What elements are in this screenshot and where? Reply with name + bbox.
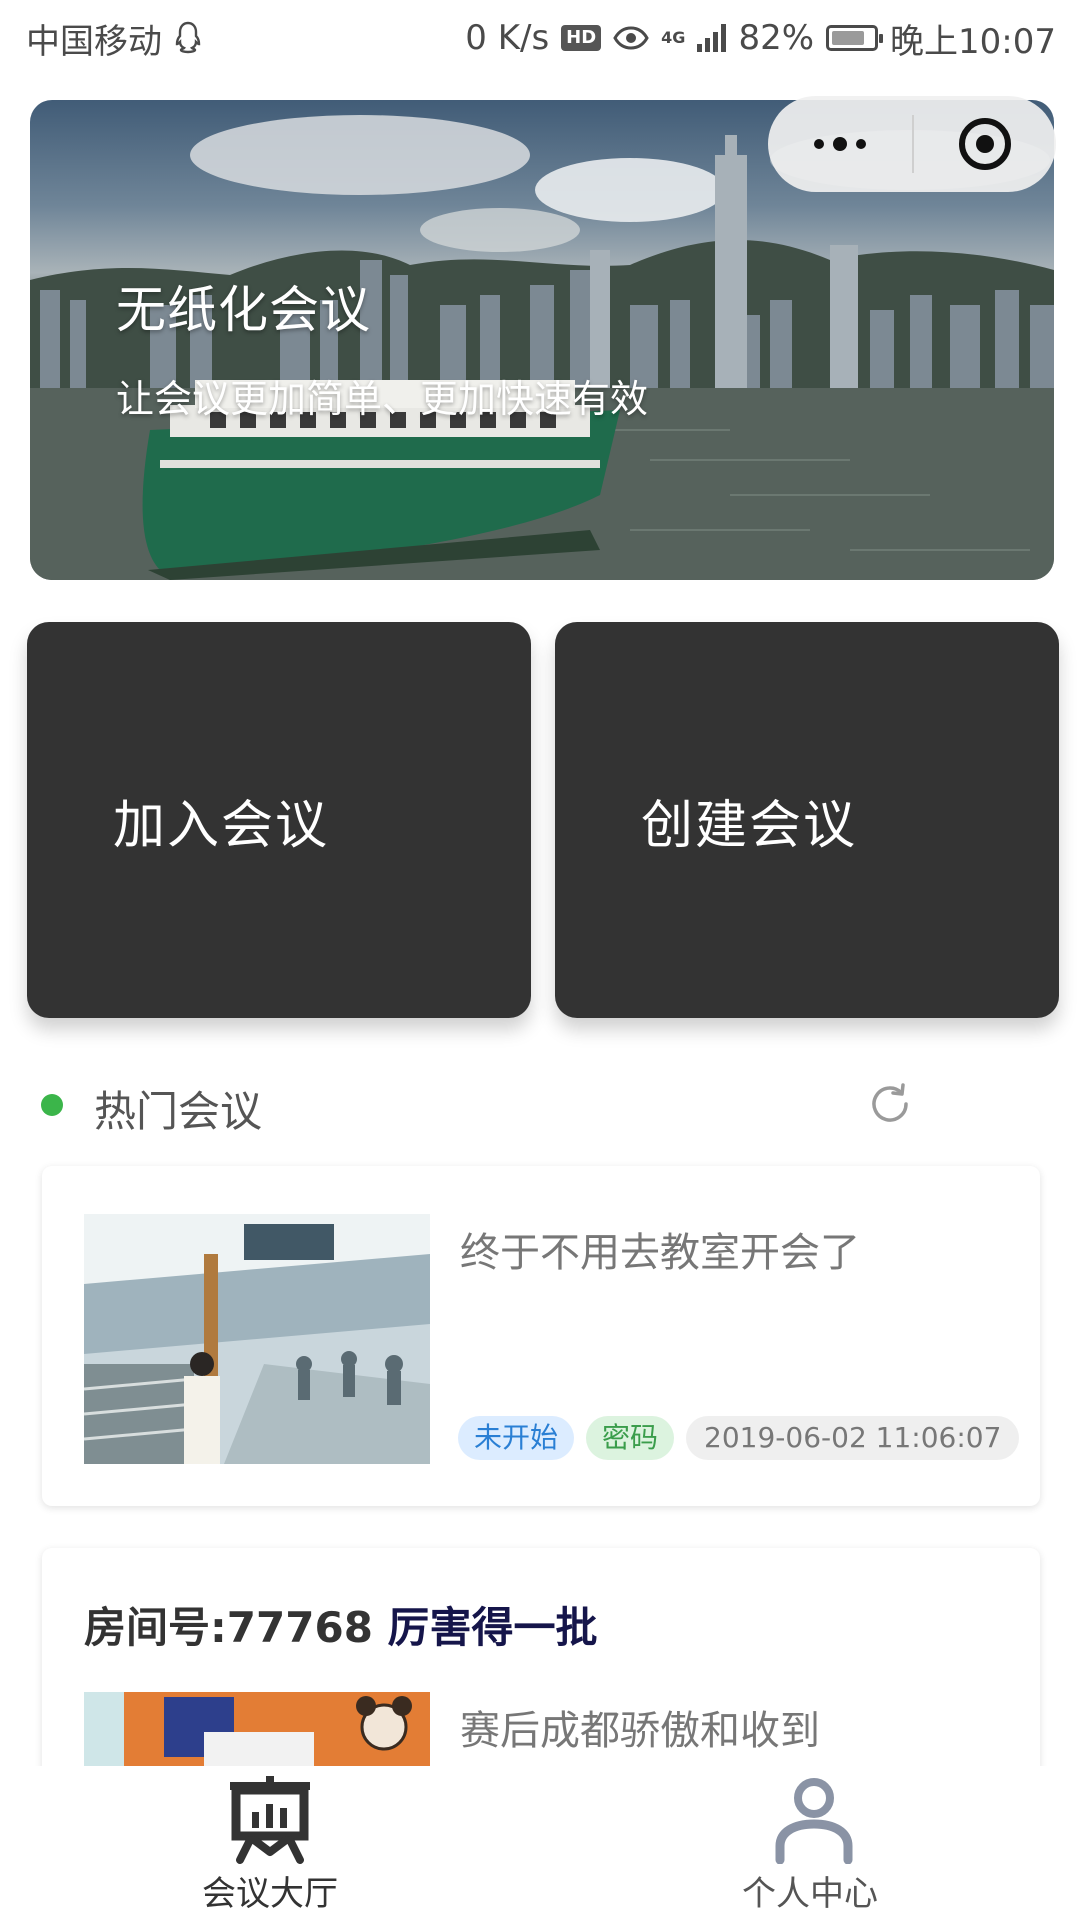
tab-bar: 会议大厅 个人中心 <box>0 1766 1080 1920</box>
more-dots-icon <box>814 137 866 151</box>
password-badge: 密码 <box>586 1416 675 1460</box>
room-title: 房间号:77768 厉害得一批 <box>84 1594 598 1655</box>
carrier-label: 中国移动 <box>26 21 162 62</box>
hero-title: 无纸化会议 <box>116 281 371 339</box>
tab-label: 会议大厅 <box>202 1874 338 1914</box>
network-type: 4G <box>661 28 686 47</box>
join-meeting-button[interactable]: 加入会议 <box>27 622 531 1018</box>
battery-icon <box>826 25 884 51</box>
room-name: 厉害得一批 <box>387 1603 598 1652</box>
close-miniprogram-button[interactable] <box>914 96 1056 192</box>
tab-meeting-hall[interactable]: 会议大厅 <box>0 1766 540 1920</box>
hd-badge: HD <box>561 25 602 51</box>
meeting-name: 赛后成都骄傲和收到 <box>460 1708 820 1754</box>
battery-percent: 82% <box>738 18 815 58</box>
join-meeting-label: 加入会议 <box>113 795 330 856</box>
hot-meetings-title: 热门会议 <box>94 1087 263 1136</box>
presentation-board-icon <box>230 1776 310 1864</box>
tab-label: 个人中心 <box>742 1874 878 1914</box>
meeting-name: 终于不用去教室开会了 <box>460 1230 860 1276</box>
refresh-icon[interactable] <box>866 1080 914 1128</box>
hero-subtitle: 让会议更加简单、更加快速有效 <box>116 377 649 421</box>
network-speed: 0 K/s <box>465 18 550 58</box>
meeting-thumbnail <box>84 1214 430 1464</box>
meeting-card[interactable]: 终于不用去教室开会了 未开始 密码 2019-06-02 11:06:07 <box>42 1166 1040 1506</box>
room-number: 房间号:77768 <box>84 1603 373 1652</box>
eye-icon <box>613 26 649 50</box>
page: 中国移动 0 K/s HD 4G 82% 晚上10:07 无纸化会议 让会议更加… <box>0 0 1080 1920</box>
target-circle-icon <box>959 118 1011 170</box>
create-meeting-button[interactable]: 创建会议 <box>555 622 1059 1018</box>
section-indicator-dot <box>41 1094 63 1116</box>
qq-penguin-icon <box>175 21 201 54</box>
status-badge: 未开始 <box>458 1416 575 1460</box>
miniprogram-capsule <box>768 96 1056 192</box>
signal-icon <box>697 24 727 52</box>
status-bar: 中国移动 0 K/s HD 4G 82% 晚上10:07 <box>0 0 1080 76</box>
meeting-time: 2019-06-02 11:06:07 <box>686 1416 1020 1460</box>
meeting-tags: 未开始 密码 2019-06-02 11:06:07 <box>458 1416 1020 1460</box>
more-options-button[interactable] <box>768 96 912 192</box>
clock: 晚上10:07 <box>890 21 1056 62</box>
user-icon <box>775 1778 853 1864</box>
tab-personal-center[interactable]: 个人中心 <box>540 1766 1080 1920</box>
create-meeting-label: 创建会议 <box>641 795 858 856</box>
